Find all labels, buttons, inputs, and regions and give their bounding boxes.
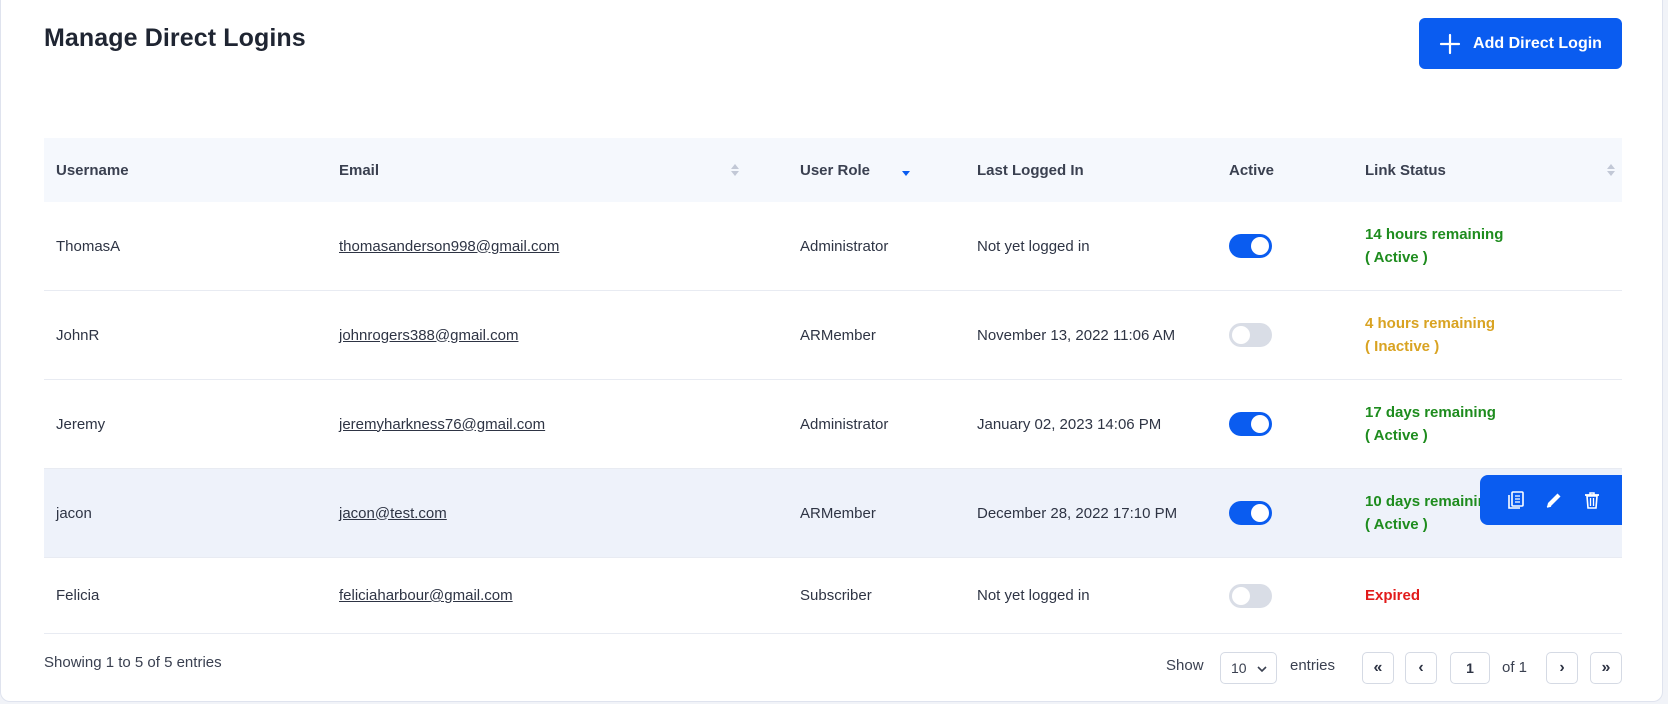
per-page-value: 10	[1231, 660, 1247, 676]
table-row[interactable]: Jeremy jeremyharkness76@gmail.com Admini…	[44, 380, 1622, 469]
table-row[interactable]: JohnR johnrogers388@gmail.com ARMember N…	[44, 291, 1622, 380]
last-logged-in-cell: Not yet logged in	[977, 587, 1090, 604]
sort-icon[interactable]	[730, 162, 740, 178]
entries-info: Showing 1 to 5 of 5 entries	[44, 654, 222, 671]
link-status: 4 hours remaining ( Inactive )	[1365, 315, 1496, 355]
main-panel: Manage Direct Logins Add Direct Login Us…	[0, 0, 1663, 702]
username-cell: Felicia	[56, 587, 100, 604]
active-toggle[interactable]	[1229, 501, 1272, 525]
delete-icon[interactable]	[1582, 490, 1602, 510]
header-last-logged-in[interactable]: Last Logged In	[977, 138, 1084, 202]
header-username[interactable]: Username	[56, 138, 129, 202]
user-role-cell: Subscriber	[800, 587, 872, 604]
add-direct-login-label: Add Direct Login	[1473, 34, 1602, 52]
table-header: Username Email User Role Last Logged In …	[44, 138, 1622, 202]
next-page-button[interactable]: ›	[1546, 652, 1578, 684]
email-link[interactable]: johnrogers388@gmail.com	[339, 327, 518, 344]
last-logged-in-cell: January 02, 2023 14:06 PM	[977, 415, 1162, 433]
username-cell: ThomasA	[56, 237, 121, 255]
header-user-role[interactable]: User Role	[800, 138, 870, 202]
email-link[interactable]: thomasanderson998@gmail.com	[339, 238, 559, 255]
link-status: 14 hours remaining ( Active )	[1365, 226, 1504, 266]
table-row[interactable]: ThomasA thomasanderson998@gmail.com Admi…	[44, 202, 1622, 291]
prev-page-button[interactable]: ‹	[1405, 652, 1437, 684]
email-link[interactable]: jeremyharkness76@gmail.com	[339, 416, 545, 433]
sort-icon[interactable]	[1606, 162, 1616, 178]
show-label: Show	[1166, 657, 1204, 674]
toggle-knob	[1251, 415, 1269, 433]
active-toggle[interactable]	[1229, 583, 1272, 608]
last-page-button[interactable]: »	[1590, 652, 1622, 684]
last-logged-in-cell: December 28, 2022 17:10 PM	[977, 504, 1178, 522]
username-cell: jacon	[56, 504, 92, 522]
user-role-cell: Administrator	[800, 237, 889, 255]
toggle-knob	[1251, 237, 1269, 255]
header-link-status[interactable]: Link Status	[1365, 138, 1446, 202]
page-title: Manage Direct Logins	[44, 24, 306, 52]
per-page-select[interactable]: 10	[1220, 652, 1277, 684]
link-status: 17 days remaining ( Active )	[1365, 404, 1496, 444]
user-role-cell: ARMember	[800, 504, 876, 522]
chevron-down-icon	[1257, 666, 1267, 673]
toggle-knob	[1251, 504, 1269, 522]
user-role-cell: Administrator	[800, 415, 889, 433]
active-toggle[interactable]	[1229, 234, 1272, 258]
row-actions	[1480, 475, 1622, 525]
header-active: Active	[1229, 161, 1275, 179]
username-cell: JohnR	[56, 326, 100, 344]
table-row[interactable]: jacon jacon@test.com ARMember December 2…	[44, 469, 1622, 558]
sort-desc-icon[interactable]	[901, 162, 911, 178]
username-cell: Jeremy	[56, 415, 106, 433]
plus-icon	[1439, 33, 1461, 54]
direct-logins-table: Username Email User Role Last Logged In …	[44, 138, 1622, 634]
page-number-input[interactable]	[1450, 652, 1490, 684]
table-row[interactable]: Felicia feliciaharbour@gmail.com Subscri…	[44, 558, 1622, 634]
entries-label: entries	[1290, 657, 1336, 674]
active-toggle[interactable]	[1229, 323, 1272, 347]
toggle-knob	[1232, 586, 1250, 605]
link-status: Expired	[1365, 587, 1421, 604]
copy-icon[interactable]	[1506, 490, 1526, 510]
last-logged-in-cell: November 13, 2022 11:06 AM	[977, 326, 1176, 344]
last-logged-in-cell: Not yet logged in	[977, 237, 1090, 255]
header-email[interactable]: Email	[339, 138, 379, 202]
toggle-knob	[1232, 326, 1250, 344]
add-direct-login-button[interactable]: Add Direct Login	[1419, 18, 1622, 69]
edit-icon[interactable]	[1544, 490, 1564, 510]
first-page-button[interactable]: «	[1362, 652, 1394, 684]
user-role-cell: ARMember	[800, 326, 876, 344]
link-status: 10 days remaining ( Active )	[1365, 493, 1496, 533]
active-toggle[interactable]	[1229, 412, 1272, 436]
email-link[interactable]: feliciaharbour@gmail.com	[339, 587, 513, 604]
page-count-label: of 1	[1502, 659, 1528, 676]
email-link[interactable]: jacon@test.com	[339, 505, 447, 522]
